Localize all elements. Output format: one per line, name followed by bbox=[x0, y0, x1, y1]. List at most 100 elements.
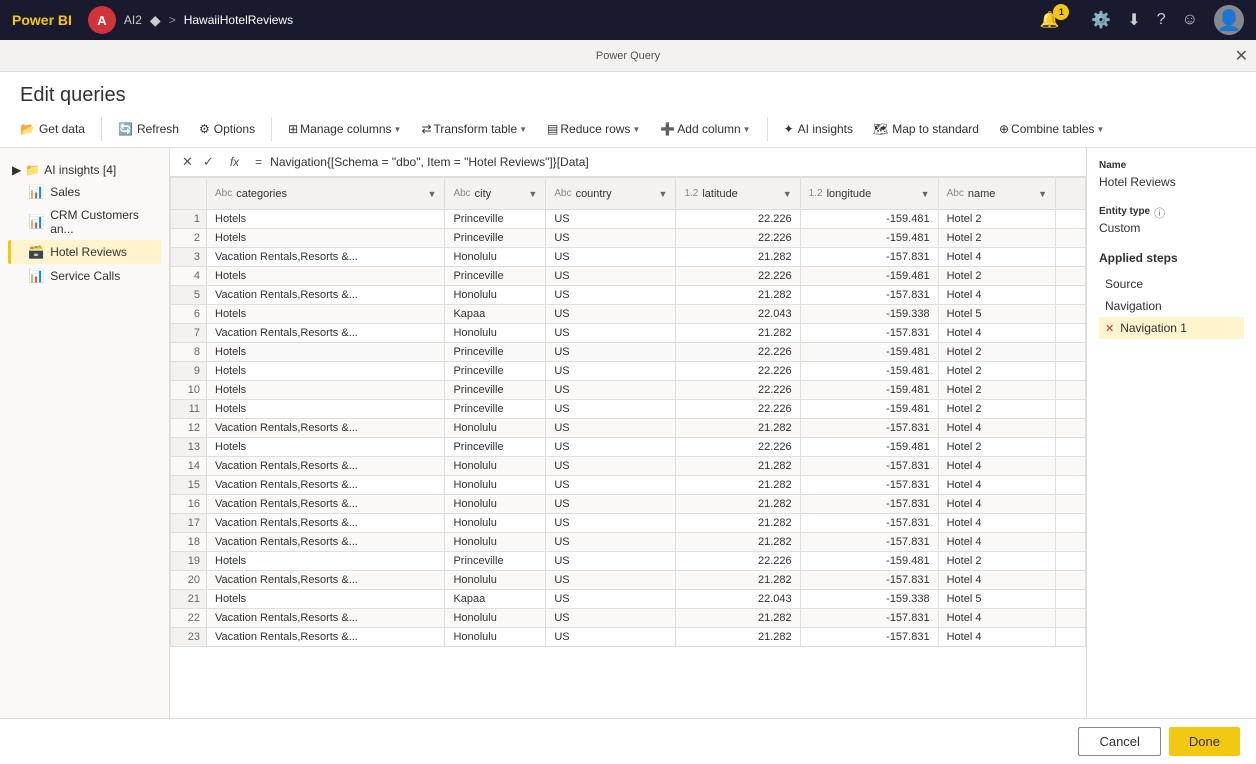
cell-extra bbox=[1056, 533, 1086, 552]
cell-categories: Hotels bbox=[207, 210, 445, 229]
cell-name: Hotel 2 bbox=[938, 400, 1055, 419]
cell-country: US bbox=[546, 248, 676, 267]
done-button[interactable]: Done bbox=[1169, 727, 1240, 756]
cell-city: Honolulu bbox=[445, 457, 546, 476]
transform-table-button[interactable]: ⇄ Transform table ▼ bbox=[413, 118, 535, 140]
cell-categories: Vacation Rentals,Resorts &... bbox=[207, 571, 445, 590]
entity-type-value: Custom bbox=[1099, 221, 1244, 235]
query-item-crm[interactable]: 📊 CRM Customers an... bbox=[8, 204, 161, 240]
cell-categories: Vacation Rentals,Resorts &... bbox=[207, 286, 445, 305]
cell-country: US bbox=[546, 343, 676, 362]
breadcrumb-separator: > bbox=[169, 13, 176, 27]
cell-categories: Vacation Rentals,Resorts &... bbox=[207, 476, 445, 495]
cell-latitude: 22.226 bbox=[676, 400, 800, 419]
query-item-hotel-reviews[interactable]: 🗃️ Hotel Reviews bbox=[8, 240, 161, 264]
row-number: 20 bbox=[171, 571, 207, 590]
add-column-icon: ➕ bbox=[660, 122, 675, 136]
formula-confirm-button[interactable]: ✓ bbox=[199, 152, 218, 172]
step-delete-icon[interactable]: ✕ bbox=[1105, 322, 1114, 335]
row-number: 5 bbox=[171, 286, 207, 305]
cell-categories: Hotels bbox=[207, 267, 445, 286]
refresh-button[interactable]: 🔄 Refresh bbox=[110, 118, 187, 140]
query-item-service-calls[interactable]: 📊 Service Calls bbox=[8, 264, 161, 288]
steps-list: SourceNavigation ✕ Navigation 1 bbox=[1099, 273, 1244, 339]
cell-categories: Vacation Rentals,Resorts &... bbox=[207, 324, 445, 343]
cell-categories: Hotels bbox=[207, 438, 445, 457]
options-button[interactable]: ⚙ Options bbox=[191, 118, 263, 140]
applied-step-navigation[interactable]: Navigation bbox=[1099, 295, 1244, 317]
table-row: 21 Hotels Kapaa US 22.043 -159.338 Hotel… bbox=[171, 590, 1086, 609]
cell-latitude: 21.282 bbox=[676, 533, 800, 552]
row-number: 10 bbox=[171, 381, 207, 400]
col-type-icon-city: Abc bbox=[453, 188, 470, 199]
download-button[interactable]: ⬇ bbox=[1127, 10, 1140, 30]
cell-city: Honolulu bbox=[445, 533, 546, 552]
table-row: 13 Hotels Princeville US 22.226 -159.481… bbox=[171, 438, 1086, 457]
cell-city: Princeville bbox=[445, 362, 546, 381]
applied-step-source[interactable]: Source bbox=[1099, 273, 1244, 295]
col-header-latitude[interactable]: 1.2 latitude ▼ bbox=[676, 178, 800, 210]
entity-type-info-icon[interactable]: ⓘ bbox=[1154, 205, 1165, 221]
add-column-button[interactable]: ➕ Add column ▼ bbox=[652, 118, 758, 140]
step-label: Navigation 1 bbox=[1120, 321, 1187, 335]
table-row: 22 Vacation Rentals,Resorts &... Honolul… bbox=[171, 609, 1086, 628]
table-row: 1 Hotels Princeville US 22.226 -159.481 … bbox=[171, 210, 1086, 229]
cell-latitude: 22.226 bbox=[676, 438, 800, 457]
query-item-sales[interactable]: 📊 Sales bbox=[8, 180, 161, 204]
cell-longitude: -157.831 bbox=[800, 457, 938, 476]
formula-input[interactable] bbox=[270, 155, 1078, 169]
col-header-categories[interactable]: Abc categories ▼ bbox=[207, 178, 445, 210]
cell-longitude: -157.831 bbox=[800, 248, 938, 267]
formula-cancel-button[interactable]: ✕ bbox=[178, 152, 197, 172]
col-header-country[interactable]: Abc country ▼ bbox=[546, 178, 676, 210]
cell-longitude: -157.831 bbox=[800, 628, 938, 647]
col-header-city[interactable]: Abc city ▼ bbox=[445, 178, 546, 210]
cancel-button[interactable]: Cancel bbox=[1078, 727, 1160, 756]
cell-extra bbox=[1056, 495, 1086, 514]
notification-button[interactable]: 🔔 1 bbox=[1040, 10, 1076, 30]
cell-latitude: 21.282 bbox=[676, 571, 800, 590]
row-number: 21 bbox=[171, 590, 207, 609]
cell-categories: Vacation Rentals,Resorts &... bbox=[207, 514, 445, 533]
add-column-caret: ▼ bbox=[743, 125, 751, 134]
table-row: 9 Hotels Princeville US 22.226 -159.481 … bbox=[171, 362, 1086, 381]
table-wrapper[interactable]: Abc categories ▼ Abc city ▼ bbox=[170, 177, 1086, 718]
col-header-longitude[interactable]: 1.2 longitude ▼ bbox=[800, 178, 938, 210]
applied-step-navigation-1[interactable]: ✕ Navigation 1 bbox=[1099, 317, 1244, 339]
reduce-rows-button[interactable]: ▤ Reduce rows ▼ bbox=[539, 118, 648, 140]
col-header-name[interactable]: Abc name ▼ bbox=[938, 178, 1055, 210]
smiley-button[interactable]: ☺ bbox=[1182, 11, 1198, 29]
cell-name: Hotel 4 bbox=[938, 495, 1055, 514]
cell-country: US bbox=[546, 495, 676, 514]
col-sort-lng[interactable]: ▼ bbox=[921, 189, 930, 199]
cell-country: US bbox=[546, 590, 676, 609]
cell-city: Honolulu bbox=[445, 476, 546, 495]
cell-country: US bbox=[546, 210, 676, 229]
map-to-standard-button[interactable]: 🗺 Map to standard bbox=[865, 118, 987, 140]
col-sort-city[interactable]: ▼ bbox=[528, 189, 537, 199]
cell-longitude: -159.338 bbox=[800, 590, 938, 609]
col-sort-lat[interactable]: ▼ bbox=[783, 189, 792, 199]
modal-close-button[interactable]: ✕ bbox=[1235, 46, 1248, 66]
settings-button[interactable]: ⚙️ bbox=[1091, 10, 1111, 30]
row-number: 13 bbox=[171, 438, 207, 457]
cell-extra bbox=[1056, 210, 1086, 229]
ai-insights-button[interactable]: ✦ AI insights bbox=[776, 118, 861, 140]
row-number: 23 bbox=[171, 628, 207, 647]
get-data-button[interactable]: 📂 Get data bbox=[12, 118, 93, 140]
query-label-hotel: Hotel Reviews bbox=[50, 245, 127, 259]
user-profile-button[interactable]: 👤 bbox=[1214, 5, 1244, 35]
table-icon-crm: 📊 bbox=[28, 214, 44, 230]
query-group-header[interactable]: ▶ 📁 AI insights [4] bbox=[8, 160, 161, 180]
help-button[interactable]: ? bbox=[1157, 11, 1166, 29]
col-sort-country[interactable]: ▼ bbox=[659, 189, 668, 199]
col-sort-categories[interactable]: ▼ bbox=[428, 189, 437, 199]
cell-city: Honolulu bbox=[445, 628, 546, 647]
cell-extra bbox=[1056, 324, 1086, 343]
col-sort-name[interactable]: ▼ bbox=[1038, 189, 1047, 199]
cell-country: US bbox=[546, 533, 676, 552]
cell-latitude: 21.282 bbox=[676, 286, 800, 305]
cell-longitude: -159.481 bbox=[800, 229, 938, 248]
combine-tables-button[interactable]: ⊕ Combine tables ▼ bbox=[991, 118, 1112, 140]
manage-columns-button[interactable]: ⊞ Manage columns ▼ bbox=[280, 118, 409, 140]
